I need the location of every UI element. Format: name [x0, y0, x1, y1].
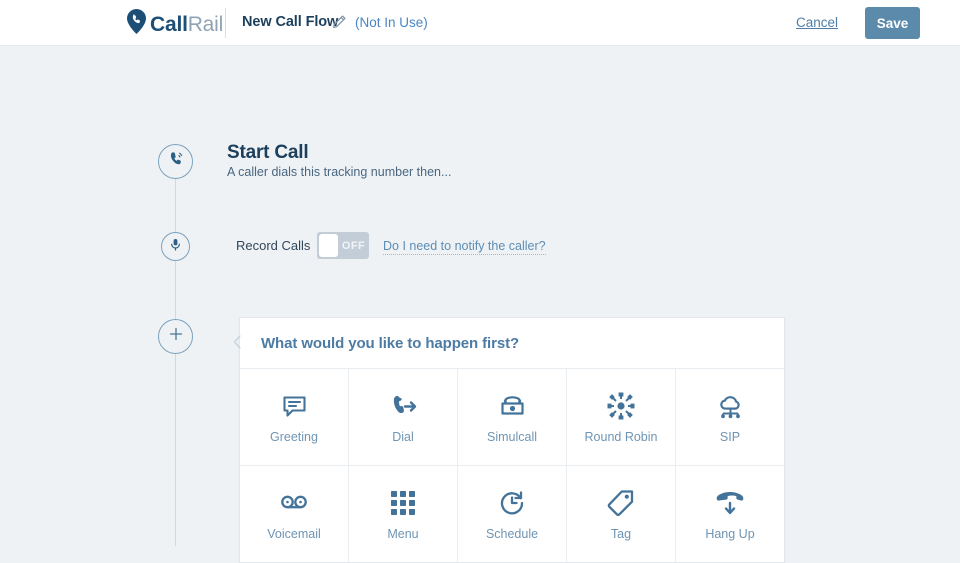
logo-text-call: Call — [150, 12, 188, 36]
action-tile-row: Greeting Dial Simulcall Round Robin SIP — [240, 369, 784, 466]
toggle-knob — [319, 234, 338, 257]
action-tile-row: Voicemail Menu Schedule Tag Hang Up — [240, 466, 784, 562]
action-tile-label: Hang Up — [705, 527, 755, 541]
phone-ringing-icon — [167, 150, 185, 173]
flow-canvas: Start Call A caller dials this tracking … — [0, 46, 960, 563]
action-tile-round-robin[interactable]: Round Robin — [567, 369, 676, 465]
plus-icon — [168, 326, 184, 347]
microphone-icon — [168, 237, 183, 257]
notify-caller-help-link[interactable]: Do I need to notify the caller? — [383, 239, 546, 255]
action-tile-label: SIP — [719, 430, 741, 444]
cassette-tape-icon — [279, 487, 309, 519]
action-tile-dial[interactable]: Dial — [349, 369, 458, 465]
app-header: CallRail New Call Flow (Not In Use) Canc… — [0, 0, 960, 46]
callrail-logo: CallRail — [127, 9, 223, 39]
record-calls-label: Record Calls — [236, 238, 311, 253]
chevron-left-icon — [233, 335, 241, 354]
flow-status: (Not In Use) — [355, 15, 428, 30]
add-step-button[interactable] — [158, 319, 193, 354]
action-tile-greeting[interactable]: Greeting — [240, 369, 349, 465]
price-tag-icon — [607, 487, 635, 519]
action-tile-label: Tag — [610, 527, 632, 541]
handset-down-icon — [715, 487, 745, 519]
action-tile-menu[interactable]: Menu — [349, 466, 458, 562]
start-call-title: Start Call — [227, 142, 309, 163]
pencil-icon[interactable] — [332, 15, 346, 34]
flow-name: New Call Flow — [242, 14, 339, 30]
toggle-state-label: OFF — [341, 239, 366, 252]
action-picker-card: What would you like to happen first? Gre… — [233, 317, 785, 563]
action-tile-label: Menu — [387, 527, 419, 541]
action-tile-label: Schedule — [485, 527, 539, 541]
action-tile-schedule[interactable]: Schedule — [458, 466, 567, 562]
save-button[interactable]: Save — [865, 7, 920, 39]
desk-phone-icon — [498, 390, 527, 422]
logo-text-rail: Rail — [187, 12, 224, 36]
header-divider — [225, 8, 226, 38]
start-call-node-icon — [158, 144, 193, 179]
action-tile-sip[interactable]: SIP — [676, 369, 784, 465]
start-call-subtitle: A caller dials this tracking number then… — [227, 165, 452, 179]
action-tile-tag[interactable]: Tag — [567, 466, 676, 562]
action-card-header: What would you like to happen first? — [240, 318, 784, 369]
action-tile-simulcall[interactable]: Simulcall — [458, 369, 567, 465]
action-tile-label: Voicemail — [267, 527, 321, 541]
action-tile-label: Simulcall — [486, 430, 537, 444]
record-calls-node-icon — [161, 232, 190, 261]
action-tile-label: Dial — [392, 430, 414, 444]
action-tile-hang-up[interactable]: Hang Up — [676, 466, 784, 562]
phone-forward-icon — [389, 390, 418, 422]
record-calls-toggle[interactable]: OFF — [317, 232, 369, 259]
action-tile-label: Greeting — [270, 430, 318, 444]
hub-spokes-icon — [607, 390, 635, 422]
clock-refresh-icon — [498, 487, 526, 519]
action-tile-voicemail[interactable]: Voicemail — [240, 466, 349, 562]
action-tile-label: Round Robin — [584, 430, 658, 444]
speech-bubble-icon — [281, 390, 308, 422]
keypad-grid-icon — [390, 487, 416, 519]
cancel-button[interactable]: Cancel — [796, 15, 838, 30]
action-card-heading: What would you like to happen first? — [261, 334, 520, 352]
cloud-network-icon — [716, 390, 745, 422]
map-pin-phone-icon — [127, 9, 146, 39]
